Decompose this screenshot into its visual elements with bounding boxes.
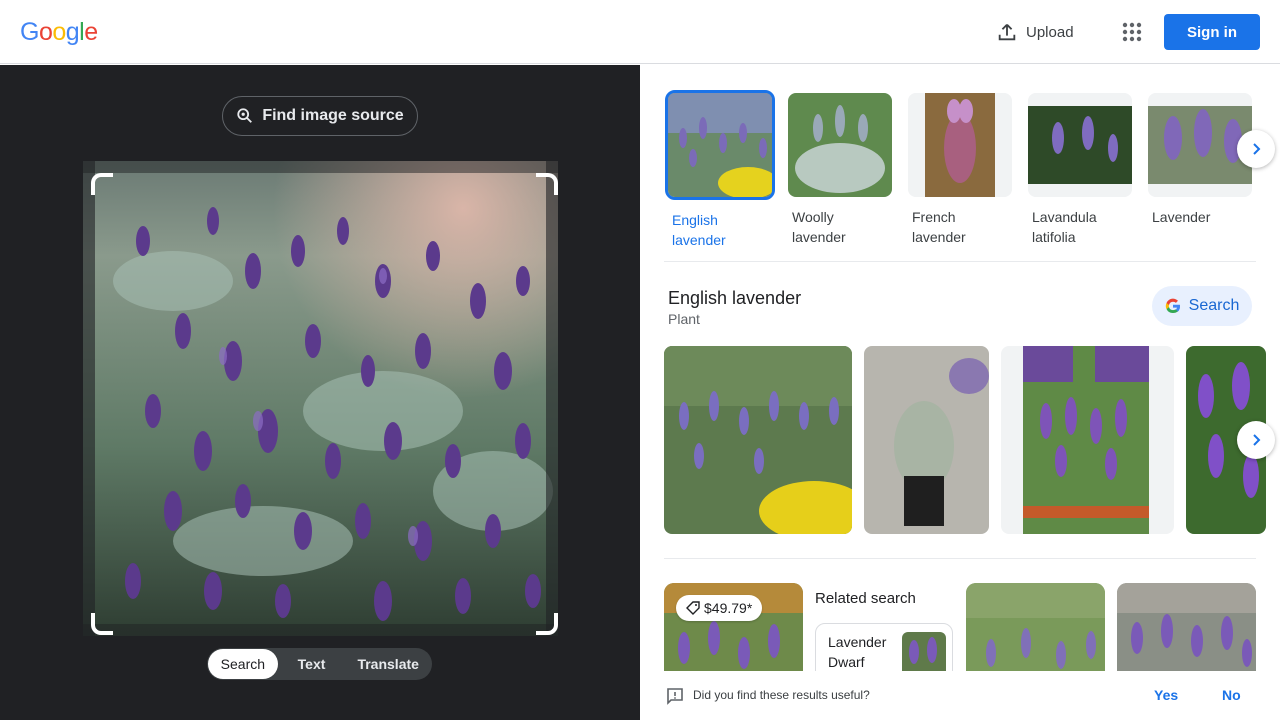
find-image-source-button[interactable]: Find image source xyxy=(222,96,418,136)
apps-grid-icon xyxy=(1122,22,1142,42)
find-source-label: Find image source xyxy=(262,107,404,124)
thumbnails-next-button[interactable] xyxy=(1237,130,1275,168)
lens-mode-tabs: Search Text Translate xyxy=(207,648,432,680)
entity-photo[interactable] xyxy=(1001,346,1174,534)
price-tag-icon xyxy=(686,601,700,615)
thumbnail-image xyxy=(1028,93,1132,197)
visual-matches-row: English lavender Woolly lavender French … xyxy=(664,90,1256,251)
query-image[interactable] xyxy=(83,161,558,636)
related-search-title: Related search xyxy=(815,590,916,607)
result-card[interactable] xyxy=(1117,583,1256,683)
feedback-no-button[interactable]: No xyxy=(1222,687,1241,703)
logo-letter: g xyxy=(65,18,80,46)
logo-letter: o xyxy=(52,18,66,46)
logo-letter: o xyxy=(38,18,53,46)
related-chip-label: Lavender Dwarf xyxy=(828,634,887,670)
thumbnail-label: Woolly lavender xyxy=(792,209,846,245)
logo-letter: G xyxy=(20,18,39,46)
tab-text[interactable]: Text xyxy=(278,649,346,679)
logo-letter: e xyxy=(84,18,98,46)
entity-photo[interactable] xyxy=(664,346,852,534)
feedback-question: Did you find these results useful? xyxy=(693,688,870,702)
thumbnail-label: Lavandula latifolia xyxy=(1032,209,1097,245)
price-badge: $49.79* xyxy=(676,595,763,621)
thumbnail-lavandula-latifolia[interactable]: Lavandula latifolia xyxy=(1024,91,1136,247)
crop-handle-bottom-left[interactable] xyxy=(91,613,113,635)
entity-photo[interactable] xyxy=(864,346,989,534)
top-bar: Google Upload Sign in xyxy=(0,0,1280,64)
thumbnail-image xyxy=(665,90,775,200)
crop-handle-top-right[interactable] xyxy=(536,173,558,195)
tab-search[interactable]: Search xyxy=(208,649,278,679)
google-apps-button[interactable] xyxy=(1116,16,1148,48)
crop-handle-top-left[interactable] xyxy=(91,173,113,195)
thumbnail-french-lavender[interactable]: French lavender xyxy=(904,91,1016,247)
entity-search-button[interactable]: Search xyxy=(1152,286,1252,326)
feedback-icon xyxy=(667,688,683,705)
entity-subtitle: Plant xyxy=(668,311,700,327)
divider xyxy=(664,558,1256,559)
divider xyxy=(664,261,1256,262)
chevron-right-icon xyxy=(1253,434,1261,446)
thumbnail-label: Lavender xyxy=(1152,209,1211,225)
upload-label: Upload xyxy=(1026,23,1074,41)
lavender-photo xyxy=(83,161,558,636)
thumbnail-label: French lavender xyxy=(912,209,966,245)
feedback-bar: Did you find these results useful? Yes N… xyxy=(640,671,1280,720)
result-card[interactable] xyxy=(966,583,1105,683)
thumbnail-woolly-lavender[interactable]: Woolly lavender xyxy=(784,91,896,247)
crop-handle-bottom-right[interactable] xyxy=(536,613,558,635)
sign-in-button[interactable]: Sign in xyxy=(1164,14,1260,50)
thumbnail-label: English lavender xyxy=(672,212,726,248)
entity-search-label: Search xyxy=(1188,297,1240,314)
upload-icon xyxy=(998,24,1016,41)
upload-button[interactable]: Upload xyxy=(984,12,1086,52)
photos-next-button[interactable] xyxy=(1237,421,1275,459)
shopping-result-card[interactable]: $49.79* xyxy=(664,583,803,683)
feedback-yes-button[interactable]: Yes xyxy=(1154,687,1178,703)
google-logo[interactable]: Google xyxy=(20,18,98,47)
results-panel: English lavender Woolly lavender French … xyxy=(640,65,1280,720)
entity-title: English lavender xyxy=(668,288,802,308)
price-label: $49.79* xyxy=(704,600,753,616)
thumbnail-english-lavender[interactable]: English lavender xyxy=(664,90,776,250)
thumbnail-image xyxy=(788,93,892,197)
google-g-icon xyxy=(1165,298,1180,314)
tab-translate[interactable]: Translate xyxy=(345,649,431,679)
chevron-right-icon xyxy=(1253,143,1261,155)
lens-search-icon xyxy=(237,108,253,123)
thumbnail-image xyxy=(908,93,1012,197)
lens-image-panel: Find image source Search Text Translate xyxy=(0,65,640,720)
